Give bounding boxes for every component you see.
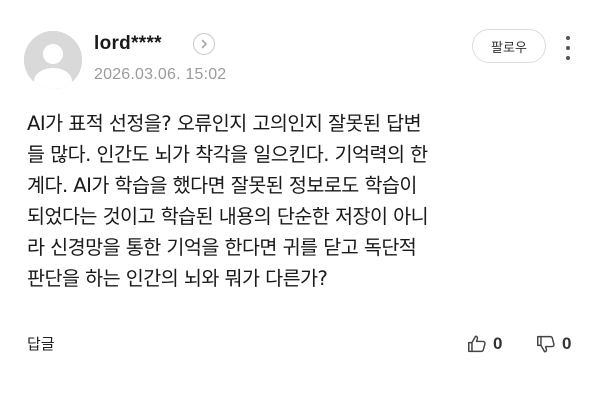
comment-body-line: 되었다는 것이고 학습된 내용의 단순한 저장이 아니 <box>27 205 429 228</box>
chevron-right-icon <box>201 39 207 49</box>
avatar[interactable] <box>24 31 82 89</box>
comment-body-line: 판단을 하는 인간의 뇌와 뭐가 다른가? <box>27 267 328 290</box>
comment-body-line: 들 많다. 인간도 뇌가 착각을 일으킨다. 기억력의 한 <box>27 143 428 166</box>
more-vertical-icon-dot <box>566 46 570 50</box>
thumbs-up-icon <box>468 335 486 353</box>
more-options-button[interactable] <box>560 32 576 64</box>
profile-link-button[interactable] <box>193 33 215 55</box>
username[interactable]: lord**** <box>94 32 162 56</box>
like-count: 0 <box>493 334 503 353</box>
comment-timestamp: 2026.03.06. 15:02 <box>94 66 227 83</box>
more-vertical-icon-dot <box>566 36 570 40</box>
follow-button[interactable]: 팔로우 <box>472 29 546 63</box>
default-user-avatar-icon <box>24 31 82 89</box>
comment-body-line: 라 신경망을 통한 기억을 한다면 귀를 닫고 독단적 <box>27 236 417 259</box>
like-button[interactable]: 0 <box>466 333 502 355</box>
comment-card: lord**** 2026.03.06. 15:02 팔로우 AI가 표적 선정… <box>0 0 600 402</box>
more-vertical-icon-dot <box>566 56 570 60</box>
dislike-count: 0 <box>562 334 572 353</box>
dislike-button[interactable]: 0 <box>535 333 571 355</box>
comment-body-line: AI가 표적 선정을? 오류인지 고의인지 잘못된 답변 <box>27 112 422 135</box>
comment-body: AI가 표적 선정을? 오류인지 고의인지 잘못된 답변 들 많다. 인간도 뇌… <box>27 108 577 294</box>
thumbs-down-icon <box>537 335 555 353</box>
comment-body-line: 계다. AI가 학습을 했다면 잘못된 정보로도 학습이 <box>27 174 417 197</box>
reply-button[interactable]: 답글 <box>27 333 55 354</box>
